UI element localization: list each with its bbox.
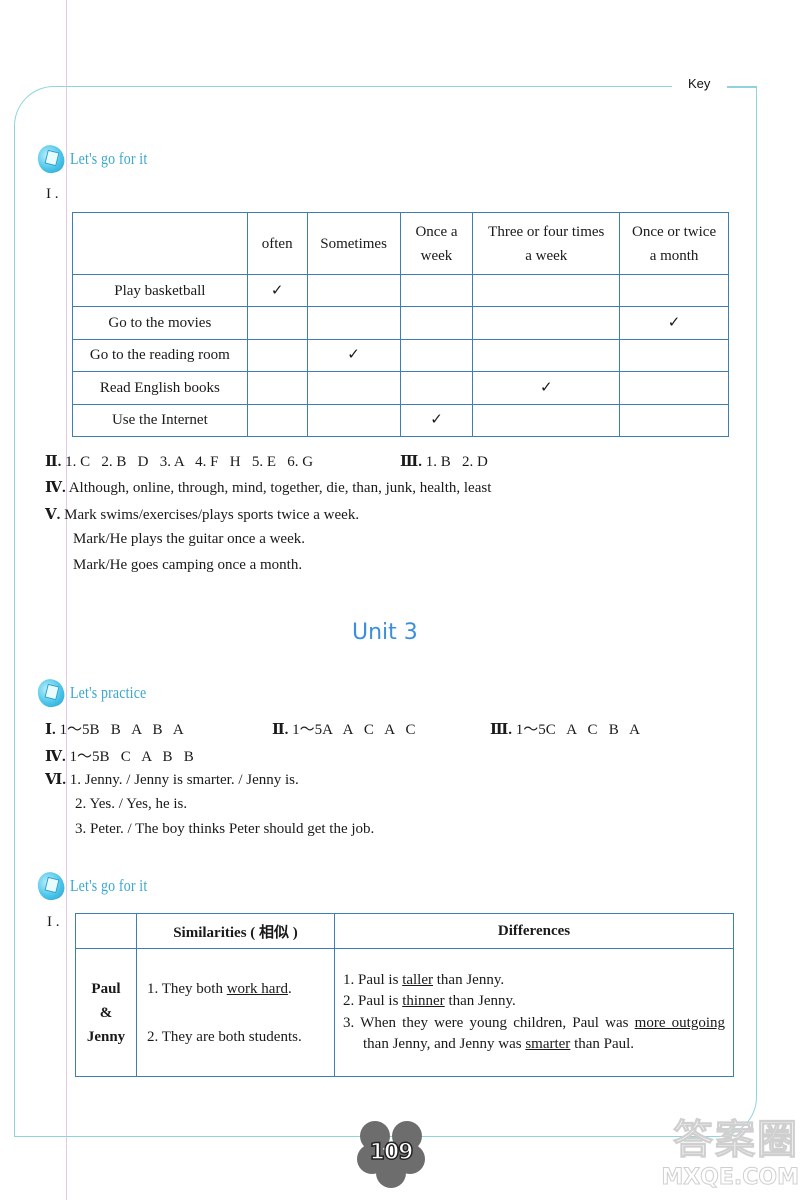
section-title: Let's practice: [70, 683, 147, 702]
table-row: Go to the movies ✓: [72, 306, 729, 340]
activity-cell: Go to the movies: [72, 306, 248, 340]
difference-item: 2. Paul is thinner than Jenny.: [343, 993, 516, 1009]
watermark: 答案圈 MXQE.COM: [661, 1117, 800, 1191]
header-cell: Three or four times a week: [472, 212, 621, 275]
activity-cell: Read English books: [72, 371, 248, 405]
activity-cell: Go to the reading room: [72, 338, 248, 373]
similarity-item: 2. They are both students.: [147, 1028, 302, 1045]
answer-line-5c: Mark/He goes camping once a month.: [73, 557, 303, 573]
answer-line-4: Ⅳ. Although, online, through, mind, toge…: [45, 480, 492, 496]
empty-cell: [399, 273, 474, 308]
answer-line-2: Ⅱ. 1. C 2. B D 3. A 4. F H 5. E 6. G: [45, 454, 314, 470]
check-mark-icon: ✓: [619, 306, 729, 340]
empty-cell: [399, 371, 474, 405]
page-number-badge: 109: [355, 1118, 427, 1190]
answer-line-5: Ⅴ. Mark swims/exercises/plays sports twi…: [45, 507, 360, 523]
similarity-item: 1. They both work hard.: [147, 980, 292, 997]
book-icon: [35, 676, 67, 710]
header-similarities: Similarities ( 相似 ): [136, 913, 335, 949]
practice-answer-6c: 3. Peter. / The boy thinks Peter should …: [75, 821, 375, 837]
table-row: Read English books ✓: [72, 371, 729, 405]
empty-cell: [472, 306, 621, 340]
differences-cell: 1. Paul is taller than Jenny. 2. Paul is …: [334, 948, 734, 1077]
activity-cell: Use the Internet: [72, 403, 248, 437]
similarities-cell: 1. They both work hard. 2. They are both…: [136, 948, 335, 1077]
key-label: Key: [688, 76, 711, 91]
unit-title: Unit 3: [352, 620, 418, 645]
empty-cell: [246, 371, 308, 405]
check-mark-icon: ✓: [306, 338, 401, 373]
header-cell: Once a week: [399, 212, 474, 275]
empty-cell: [472, 403, 621, 437]
activity-cell: Play basketball: [72, 273, 248, 308]
practice-answer-6: Ⅵ. 1. Jenny. / Jenny is smarter. / Jenny…: [45, 772, 299, 788]
empty-cell: [472, 273, 621, 308]
frequency-table: often Sometimes Once a week Three or four…: [72, 212, 729, 437]
practice-answer-3: Ⅲ. 1～5C A C B A: [490, 722, 640, 738]
header-cell: often: [246, 212, 308, 275]
table-row: Go to the reading room ✓: [72, 338, 729, 373]
practice-answer-4: Ⅳ. 1～5B C A B B: [45, 749, 194, 765]
table-row: Play basketball ✓: [72, 273, 729, 308]
difference-item: 1. Paul is taller than Jenny.: [343, 971, 505, 988]
page-number: 109: [369, 1139, 414, 1166]
empty-cell: [306, 403, 401, 437]
difference-item: 3. When they were young children, Paul w…: [343, 1014, 725, 1053]
part-label: I .: [46, 186, 59, 202]
table-row: Use the Internet ✓: [72, 403, 729, 437]
part-label: I .: [47, 914, 60, 930]
header-differences: Differences: [334, 913, 734, 949]
check-mark-icon: ✓: [399, 403, 474, 437]
practice-answer-2: Ⅱ. 1～5A A C A C: [272, 722, 416, 738]
check-mark-icon: ✓: [472, 371, 621, 405]
book-icon: [35, 869, 67, 903]
header-cell: Sometimes: [306, 212, 401, 275]
header-cell: Once or twice a month: [619, 212, 729, 275]
empty-cell: [472, 338, 621, 373]
empty-cell: [399, 306, 474, 340]
section-header-lets-go-for-it: Let's go for it: [35, 142, 164, 176]
section-header-lets-practice: Let's practice: [35, 676, 163, 710]
empty-cell: [306, 306, 401, 340]
practice-answer-1: Ⅰ. 1～5B B A B A: [45, 722, 184, 738]
frame-key-tick: [727, 86, 757, 88]
check-mark-icon: ✓: [246, 273, 308, 308]
subject-cell: Paul & Jenny: [75, 948, 137, 1077]
empty-cell: [306, 371, 401, 405]
empty-cell: [619, 403, 729, 437]
empty-cell: [246, 403, 308, 437]
section-title: Let's go for it: [70, 876, 148, 895]
empty-cell: [619, 371, 729, 405]
empty-cell: [306, 273, 401, 308]
book-icon: [35, 142, 67, 176]
empty-cell: [246, 306, 308, 340]
practice-answer-6b: 2. Yes. / Yes, he is.: [75, 796, 188, 812]
answer-line-3: Ⅲ. 1. B 2. D: [400, 454, 488, 470]
header-cell-blank: [75, 913, 137, 949]
comparison-table: Similarities ( 相似 ) Differences Paul & J…: [75, 913, 734, 1077]
empty-cell: [399, 338, 474, 373]
empty-cell: [619, 273, 729, 308]
empty-cell: [246, 338, 308, 373]
empty-cell: [619, 338, 729, 373]
section-header-lets-go-for-it-2: Let's go for it: [35, 869, 164, 903]
answer-line-5b: Mark/He plays the guitar once a week.: [73, 531, 305, 547]
header-cell-blank: [72, 212, 248, 275]
section-title: Let's go for it: [70, 149, 148, 168]
